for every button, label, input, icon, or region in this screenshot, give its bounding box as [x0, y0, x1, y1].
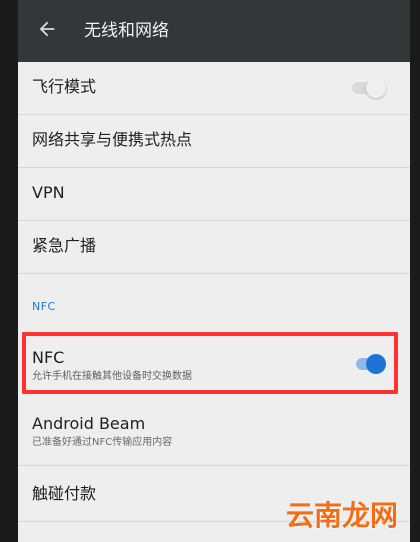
- toggle-knob: [366, 354, 386, 374]
- nfc-row[interactable]: NFC 允许手机在接触其他设备时交换数据: [18, 330, 410, 402]
- airplane-mode-row[interactable]: 飞行模式: [18, 62, 410, 115]
- android-beam-title: Android Beam: [32, 414, 146, 433]
- page-title: 无线和网络: [84, 21, 169, 41]
- hotspot-row[interactable]: 网络共享与便携式热点: [18, 115, 410, 168]
- app-bar: 无线和网络: [18, 0, 410, 62]
- nfc-description: 允许手机在接触其他设备时交换数据: [32, 371, 192, 382]
- toggle-knob: [366, 78, 386, 98]
- airplane-mode-toggle[interactable]: [352, 78, 386, 98]
- nfc-toggle[interactable]: [356, 354, 386, 374]
- emergency-broadcast-label: 紧急广播: [32, 236, 97, 255]
- vpn-label: VPN: [32, 183, 65, 202]
- emergency-broadcast-row[interactable]: 紧急广播: [18, 221, 410, 274]
- settings-screen: 无线和网络 飞行模式 网络共享与便携式热点 VPN 紧急广播 NFC NFC 允…: [18, 0, 410, 542]
- nfc-section-header: NFC: [32, 300, 56, 313]
- tap-pay-label: 触碰付款: [32, 484, 97, 503]
- airplane-mode-label: 飞行模式: [32, 77, 97, 96]
- android-beam-description: 已准备好通过NFC传输应用内容: [32, 437, 173, 448]
- android-beam-row[interactable]: Android Beam 已准备好通过NFC传输应用内容: [18, 402, 410, 466]
- nfc-title: NFC: [32, 348, 65, 367]
- vpn-row[interactable]: VPN: [18, 168, 410, 221]
- highlight-box: [22, 332, 398, 394]
- back-arrow-icon[interactable]: [36, 18, 58, 40]
- watermark: 云南龙网: [285, 499, 398, 532]
- hotspot-label: 网络共享与便携式热点: [32, 130, 193, 149]
